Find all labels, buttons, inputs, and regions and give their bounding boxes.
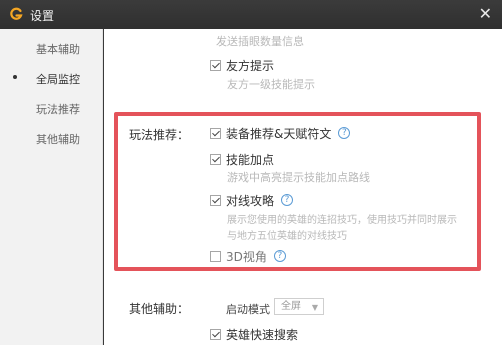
other-section-label: 其他辅助： (129, 302, 190, 316)
friend-tip-description: 友方一级技能提示 (227, 78, 315, 91)
sidebar-item-playstyle[interactable]: 玩法推荐 (0, 93, 103, 123)
launch-mode-value: 全屏 (281, 301, 301, 312)
sidebar-item-label: 全局监控 (36, 73, 80, 86)
hero-search-checkbox[interactable]: 英雄快速搜索 (210, 327, 299, 342)
sidebar-item-label: 玩法推荐 (36, 103, 80, 116)
launch-mode-select[interactable]: 全屏 ▼ (274, 298, 324, 315)
sidebar-item-label: 基本辅助 (36, 43, 80, 56)
title-bar: 设置 ✕ (0, 0, 502, 29)
active-indicator-icon (13, 75, 17, 79)
launch-mode-label: 启动模式 (226, 303, 270, 316)
highlight-box (114, 112, 481, 271)
sidebar-item-other-assist[interactable]: 其他辅助 (0, 123, 103, 153)
sidebar-item-basic-assist[interactable]: 基本辅助 (0, 33, 103, 63)
window-title: 设置 (30, 9, 55, 23)
hero-search-label: 英雄快速搜索 (226, 327, 299, 342)
friend-tip-checkbox[interactable]: 友方提示 (210, 58, 275, 73)
sidebar-item-global-monitor[interactable]: 全局监控 (0, 63, 103, 93)
checkbox-checked-icon (210, 59, 221, 71)
chevron-down-icon: ▼ (311, 303, 318, 312)
top-faded-description: 发送插眼数量信息 (216, 35, 304, 48)
friend-tip-label: 友方提示 (226, 58, 275, 73)
sidebar: 基本辅助 全局监控 玩法推荐 其他辅助 (0, 29, 103, 345)
checkbox-checked-icon (210, 328, 221, 340)
close-icon[interactable]: ✕ (479, 5, 492, 23)
sidebar-item-label: 其他辅助 (36, 133, 80, 146)
app-logo-icon (10, 7, 23, 20)
